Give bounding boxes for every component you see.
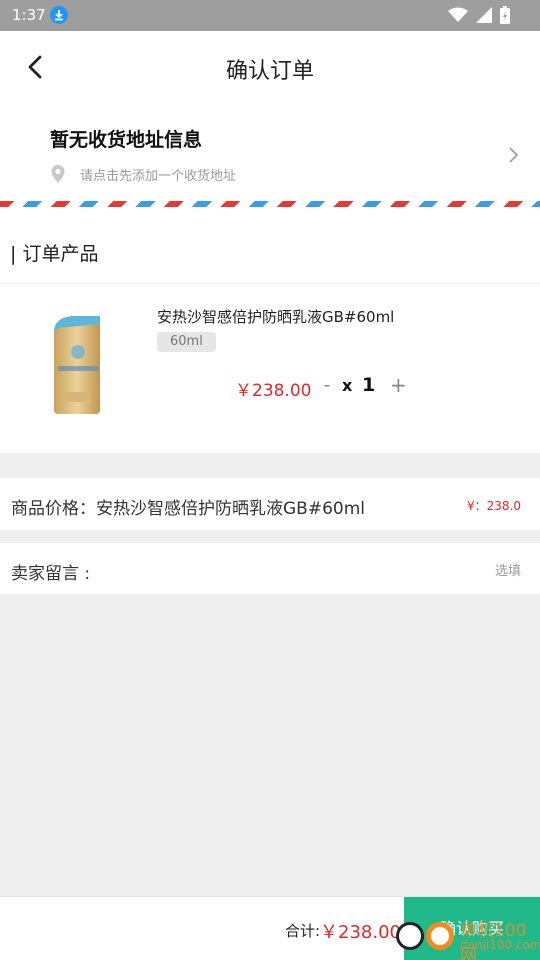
goods-price-label: 商品价格：安热沙智感倍护防晒乳液GB#60ml [11,499,365,519]
quantity-value: 1 [362,374,376,396]
download-icon [50,6,68,24]
quantity-plus-button[interactable]: + [390,373,407,397]
page-title: 确认订单 [225,59,314,84]
watermark-logo-icon [396,922,424,950]
quantity-minus-button[interactable]: - [320,374,334,396]
address-section[interactable]: 暂无收货地址信息 请点击先添加一个收货地址 [0,103,540,201]
product-spec-tag: 60ml [157,332,216,352]
product-image[interactable] [48,312,106,416]
watermark-logo-ring-icon [426,922,454,950]
goods-price-value: ¥：238.0 [467,499,521,513]
total-label: 合计: [285,922,321,940]
address-hint: 请点击先添加一个收货地址 [80,169,237,184]
product-card: 安热沙智感倍护防晒乳液GB#60ml 60ml ￥238.00 - x 1 + [0,283,540,453]
seller-message-placeholder[interactable]: 选填 [495,560,521,579]
location-pin-icon [51,165,65,183]
total-value: ￥238.00 [320,922,401,943]
order-products-header: | 订单产品 [0,207,540,283]
signal-icon [476,7,492,23]
product-name: 安热沙智感倍护防晒乳液GB#60ml [157,308,395,326]
section-title: | 订单产品 [10,243,99,265]
status-icons [448,6,510,24]
status-bar: 1:37 [0,0,540,31]
seller-message-row[interactable]: 卖家留言 : 选填 [0,543,540,594]
quantity-multiplier: x [342,376,353,395]
seller-message-label: 卖家留言 : [11,564,91,584]
chevron-right-icon[interactable] [508,146,520,164]
address-name: 暂无收货地址信息 [50,129,203,151]
app-header: 确认订单 [0,31,540,103]
goods-price-row: 商品价格：安热沙智感倍护防晒乳液GB#60ml ¥：238.0 [0,478,540,530]
watermark-url: danji100.com [460,938,540,952]
watermark: 单机100网 danji100.com [392,910,540,960]
status-time: 1:37 [12,6,46,24]
battery-icon [500,6,510,24]
product-price: ￥238.00 [235,381,312,401]
wifi-icon [448,7,468,22]
